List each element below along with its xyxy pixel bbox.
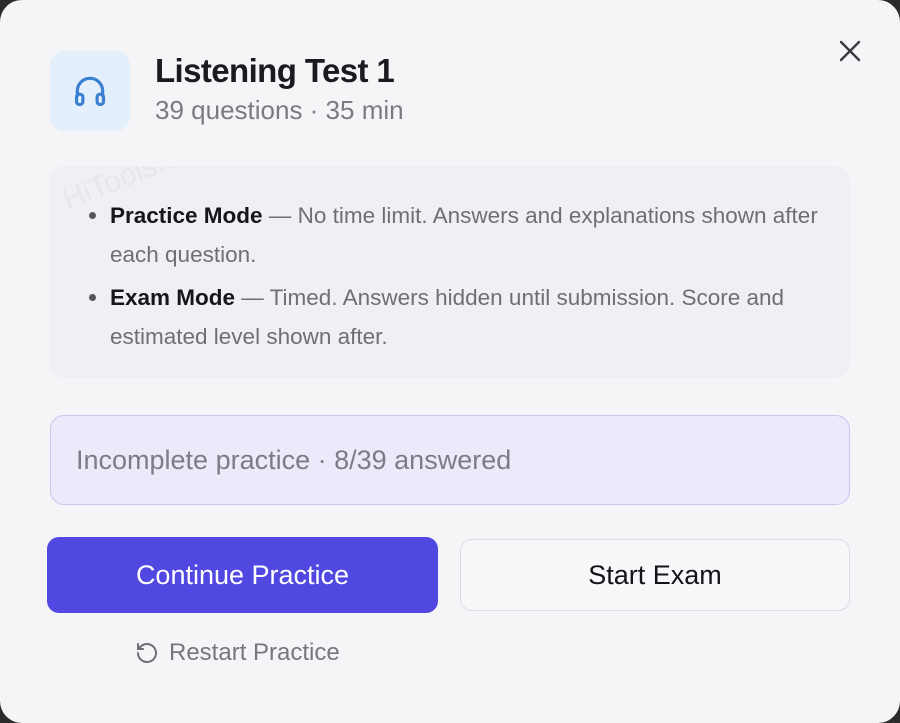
exam-mode-info: Exam Mode — Timed. Answers hidden until … xyxy=(50,278,830,356)
practice-mode-label: Practice Mode xyxy=(110,203,263,228)
practice-status-banner: Incomplete practice · 8/39 answered xyxy=(50,415,850,505)
close-icon xyxy=(839,40,861,62)
close-button[interactable] xyxy=(830,31,870,71)
test-subtitle: 39 questions · 35 min xyxy=(155,95,404,125)
continue-practice-label: Continue Practice xyxy=(135,559,350,590)
continue-practice-button[interactable]: Continue Practice xyxy=(47,537,438,613)
practice-status-text: Incomplete practice · 8/39 answered xyxy=(76,444,512,475)
bullet xyxy=(89,294,96,301)
restart-practice-label: Restart Practice xyxy=(169,639,340,666)
start-exam-label: Start Exam xyxy=(588,559,722,590)
mode-info-box: HiTools.com Practice Mode — No time limi… xyxy=(50,166,850,378)
test-start-dialog: Listening Test 1 39 questions · 35 min H… xyxy=(0,0,900,723)
mode-info-list: Practice Mode — No time limit. Answers a… xyxy=(50,196,830,360)
test-title: Listening Test 1 xyxy=(155,52,395,89)
exam-mode-label: Exam Mode xyxy=(110,285,236,310)
headphones-icon xyxy=(74,76,106,107)
start-exam-button[interactable]: Start Exam xyxy=(460,539,850,611)
restart-icon xyxy=(137,643,157,663)
practice-mode-info: Practice Mode — No time limit. Answers a… xyxy=(50,196,830,274)
restart-practice-link[interactable]: Restart Practice xyxy=(135,637,340,669)
test-icon-tile xyxy=(50,51,130,131)
bullet xyxy=(89,212,96,219)
